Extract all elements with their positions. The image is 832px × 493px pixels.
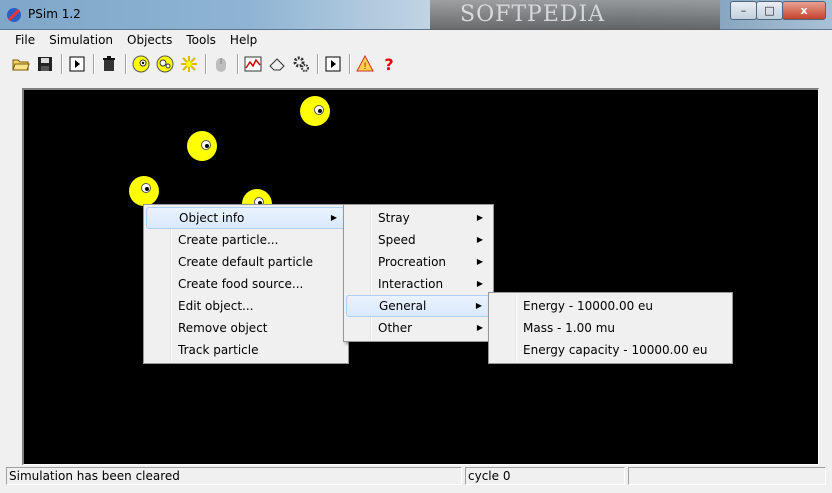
menu-item-label: Create default particle [178, 255, 313, 269]
menu-item-label: Mass - 1.00 mu [523, 321, 615, 335]
particle-eye [141, 183, 151, 193]
toolbar-separator [237, 54, 239, 74]
menu-item-mass[interactable]: Mass - 1.00 mu [491, 317, 730, 339]
title-bar: PSim 1.2 SOFTPEDIA – □ x [0, 0, 832, 30]
submenu-arrow-icon: ▶ [476, 235, 483, 244]
save-icon[interactable] [34, 53, 56, 75]
menu-item-energy-capacity[interactable]: Energy capacity - 10000.00 eu [491, 339, 730, 361]
close-button[interactable]: x [782, 1, 826, 20]
window-controls: – □ x [730, 1, 826, 20]
menu-item-label: Stray [378, 211, 410, 225]
submenu-arrow-icon: ▶ [476, 279, 483, 288]
menu-item-create-food-source[interactable]: Create food source... [146, 273, 346, 295]
submenu-arrow-icon: ▶ [476, 257, 483, 266]
menu-item-label: Edit object... [178, 299, 254, 313]
menu-objects[interactable]: Objects [120, 30, 179, 50]
menu-item-label: Create food source... [178, 277, 304, 291]
toolbar-separator [61, 54, 63, 74]
menu-item-label: Energy capacity - 10000.00 eu [523, 343, 708, 357]
menu-item-remove-object[interactable]: Remove object [146, 317, 346, 339]
softpedia-watermark: SOFTPEDIA [430, 0, 720, 30]
menu-item-label: Remove object [178, 321, 268, 335]
toolbar-separator [205, 54, 207, 74]
menu-item-other[interactable]: Other ▶ [346, 317, 491, 339]
submenu-arrow-icon: ▶ [330, 213, 337, 222]
menu-file[interactable]: File [8, 30, 42, 50]
toolbar-separator [317, 54, 319, 74]
particle[interactable] [129, 176, 159, 206]
menu-simulation[interactable]: Simulation [42, 30, 120, 50]
menu-item-energy[interactable]: Energy - 10000.00 eu [491, 295, 730, 317]
submenu-arrow-icon: ▶ [476, 213, 483, 222]
status-bar: Simulation has been cleared cycle 0 [0, 467, 832, 493]
status-extra [628, 467, 826, 485]
particle-eye [314, 105, 324, 115]
menu-item-label: Interaction [378, 277, 444, 291]
app-icon [7, 8, 21, 22]
status-cycle: cycle 0 [465, 467, 625, 485]
toolbar-separator [125, 54, 127, 74]
particle[interactable] [187, 131, 217, 161]
general-submenu: Energy - 10000.00 eu Mass - 1.00 mu Ener… [488, 292, 733, 364]
submenu-arrow-icon: ▶ [476, 323, 483, 332]
menu-item-speed[interactable]: Speed ▶ [346, 229, 491, 251]
maximize-button[interactable]: □ [756, 1, 783, 20]
open-folder-icon[interactable] [10, 53, 32, 75]
menu-bar: File Simulation Objects Tools Help [0, 30, 832, 50]
menu-item-label: Energy - 10000.00 eu [523, 299, 654, 313]
menu-item-object-info[interactable]: Object info ▶ [146, 207, 346, 229]
toolbar-separator [93, 54, 95, 74]
menu-item-label: Create particle... [178, 233, 279, 247]
status-message: Simulation has been cleared [6, 467, 462, 485]
menu-item-label: Speed [378, 233, 416, 247]
window-title: PSim 1.2 [28, 7, 81, 21]
settings-icon[interactable] [290, 53, 312, 75]
run-icon[interactable] [66, 53, 88, 75]
menu-item-procreation[interactable]: Procreation ▶ [346, 251, 491, 273]
trash-icon[interactable] [98, 53, 120, 75]
menu-item-label: Procreation [378, 255, 447, 269]
menu-item-label: General [379, 299, 427, 313]
menu-item-create-default-particle[interactable]: Create default particle [146, 251, 346, 273]
warning-icon[interactable]: ! [354, 53, 376, 75]
menu-item-create-particle[interactable]: Create particle... [146, 229, 346, 251]
eraser-icon[interactable] [266, 53, 288, 75]
toolbar: ! ? [0, 51, 832, 77]
submenu-arrow-icon: ▶ [475, 301, 482, 310]
menu-item-label: Other [378, 321, 413, 335]
context-menu: Object info ▶ Create particle... Create … [143, 204, 349, 364]
play-icon[interactable] [322, 53, 344, 75]
menu-tools[interactable]: Tools [179, 30, 223, 50]
svg-text:!: ! [363, 62, 367, 72]
menu-item-track-particle[interactable]: Track particle [146, 339, 346, 361]
minimize-button[interactable]: – [730, 1, 757, 20]
menu-item-stray[interactable]: Stray ▶ [346, 207, 491, 229]
menu-help[interactable]: Help [223, 30, 264, 50]
mouse-icon[interactable] [210, 53, 232, 75]
food-source-icon[interactable] [178, 53, 200, 75]
menu-item-label: Track particle [178, 343, 259, 357]
default-particle-icon[interactable] [154, 53, 176, 75]
menu-item-edit-object[interactable]: Edit object... [146, 295, 346, 317]
particle[interactable] [300, 96, 330, 126]
graph-icon[interactable] [242, 53, 264, 75]
particle-icon[interactable] [130, 53, 152, 75]
help-icon[interactable]: ? [378, 53, 400, 75]
toolbar-separator [349, 54, 351, 74]
menu-item-interaction[interactable]: Interaction ▶ [346, 273, 491, 295]
object-info-submenu: Stray ▶ Speed ▶ Procreation ▶ Interaction ▶ … [343, 204, 494, 342]
particle-eye [201, 140, 211, 150]
svg-text:?: ? [384, 55, 393, 73]
menu-item-label: Object info [179, 211, 245, 225]
menu-item-general[interactable]: General ▶ [346, 295, 491, 317]
